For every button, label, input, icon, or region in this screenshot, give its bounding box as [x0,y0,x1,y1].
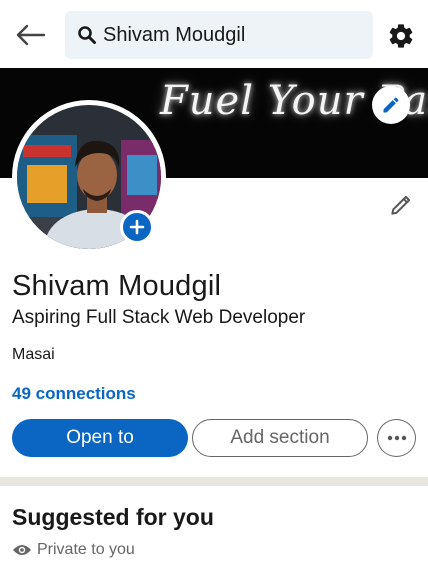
connections-link[interactable]: 49 connections [12,384,136,404]
gear-icon [389,24,413,48]
open-to-button[interactable]: Open to [12,419,188,457]
profile-name: Shivam Moudgil [12,270,222,302]
more-button[interactable] [377,419,416,457]
more-horizontal-icon [387,435,406,441]
suggested-title: Suggested for you [12,504,214,530]
search-bar[interactable]: Shivam Moudgil [65,11,373,59]
edit-profile-button[interactable] [386,190,416,220]
profile-company: Masai [12,346,55,363]
top-bar: Shivam Moudgil [0,0,428,68]
visibility-label: Private to you [37,541,135,558]
profile-headline: Aspiring Full Stack Web Developer [12,307,306,328]
section-divider [0,477,428,486]
visibility-note: Private to you [12,541,135,559]
search-icon [77,25,97,45]
plus-icon [129,219,145,235]
pencil-icon [391,195,411,215]
pencil-icon [383,97,399,113]
add-photo-button[interactable] [120,210,154,244]
arrow-left-icon [16,24,46,46]
settings-button[interactable] [386,21,416,51]
eye-icon [13,545,31,555]
back-button[interactable] [14,20,48,50]
add-section-button[interactable]: Add section [192,419,368,457]
search-input[interactable]: Shivam Moudgil [103,24,245,47]
edit-banner-button[interactable] [372,86,410,124]
